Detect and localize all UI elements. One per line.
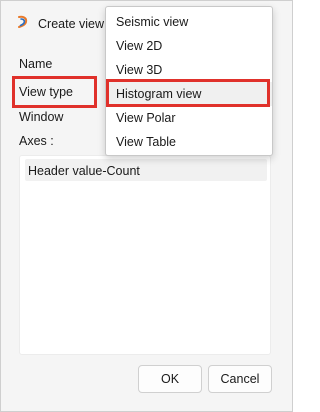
window-label: Window <box>19 110 64 124</box>
dialog-title: Create view <box>38 17 104 31</box>
ok-button[interactable]: OK <box>138 365 202 393</box>
axes-label: Axes : <box>19 134 54 148</box>
dropdown-option-view-polar[interactable]: View Polar <box>106 106 272 130</box>
view-type-dropdown-list: Seismic view View 2D View 3D Histogram v… <box>105 6 273 156</box>
create-view-dialog: Create view Name View type Window Axes :… <box>0 0 293 412</box>
dropdown-option-view-3d[interactable]: View 3D <box>106 58 272 82</box>
name-label: Name <box>19 57 53 71</box>
axes-list-item[interactable]: Header value-Count <box>25 159 267 181</box>
axes-list[interactable]: Header value-Count <box>19 155 271 355</box>
dropdown-option-view-2d[interactable]: View 2D <box>106 34 272 58</box>
dropdown-option-view-table[interactable]: View Table <box>106 130 272 154</box>
app-logo-icon <box>16 15 30 29</box>
dropdown-option-histogram-view[interactable]: Histogram view <box>106 82 272 106</box>
view-type-label: View type <box>19 85 73 99</box>
cancel-button[interactable]: Cancel <box>208 365 272 393</box>
dropdown-option-seismic-view[interactable]: Seismic view <box>106 10 272 34</box>
axes-list-item-label: Header value-Count <box>28 164 140 178</box>
